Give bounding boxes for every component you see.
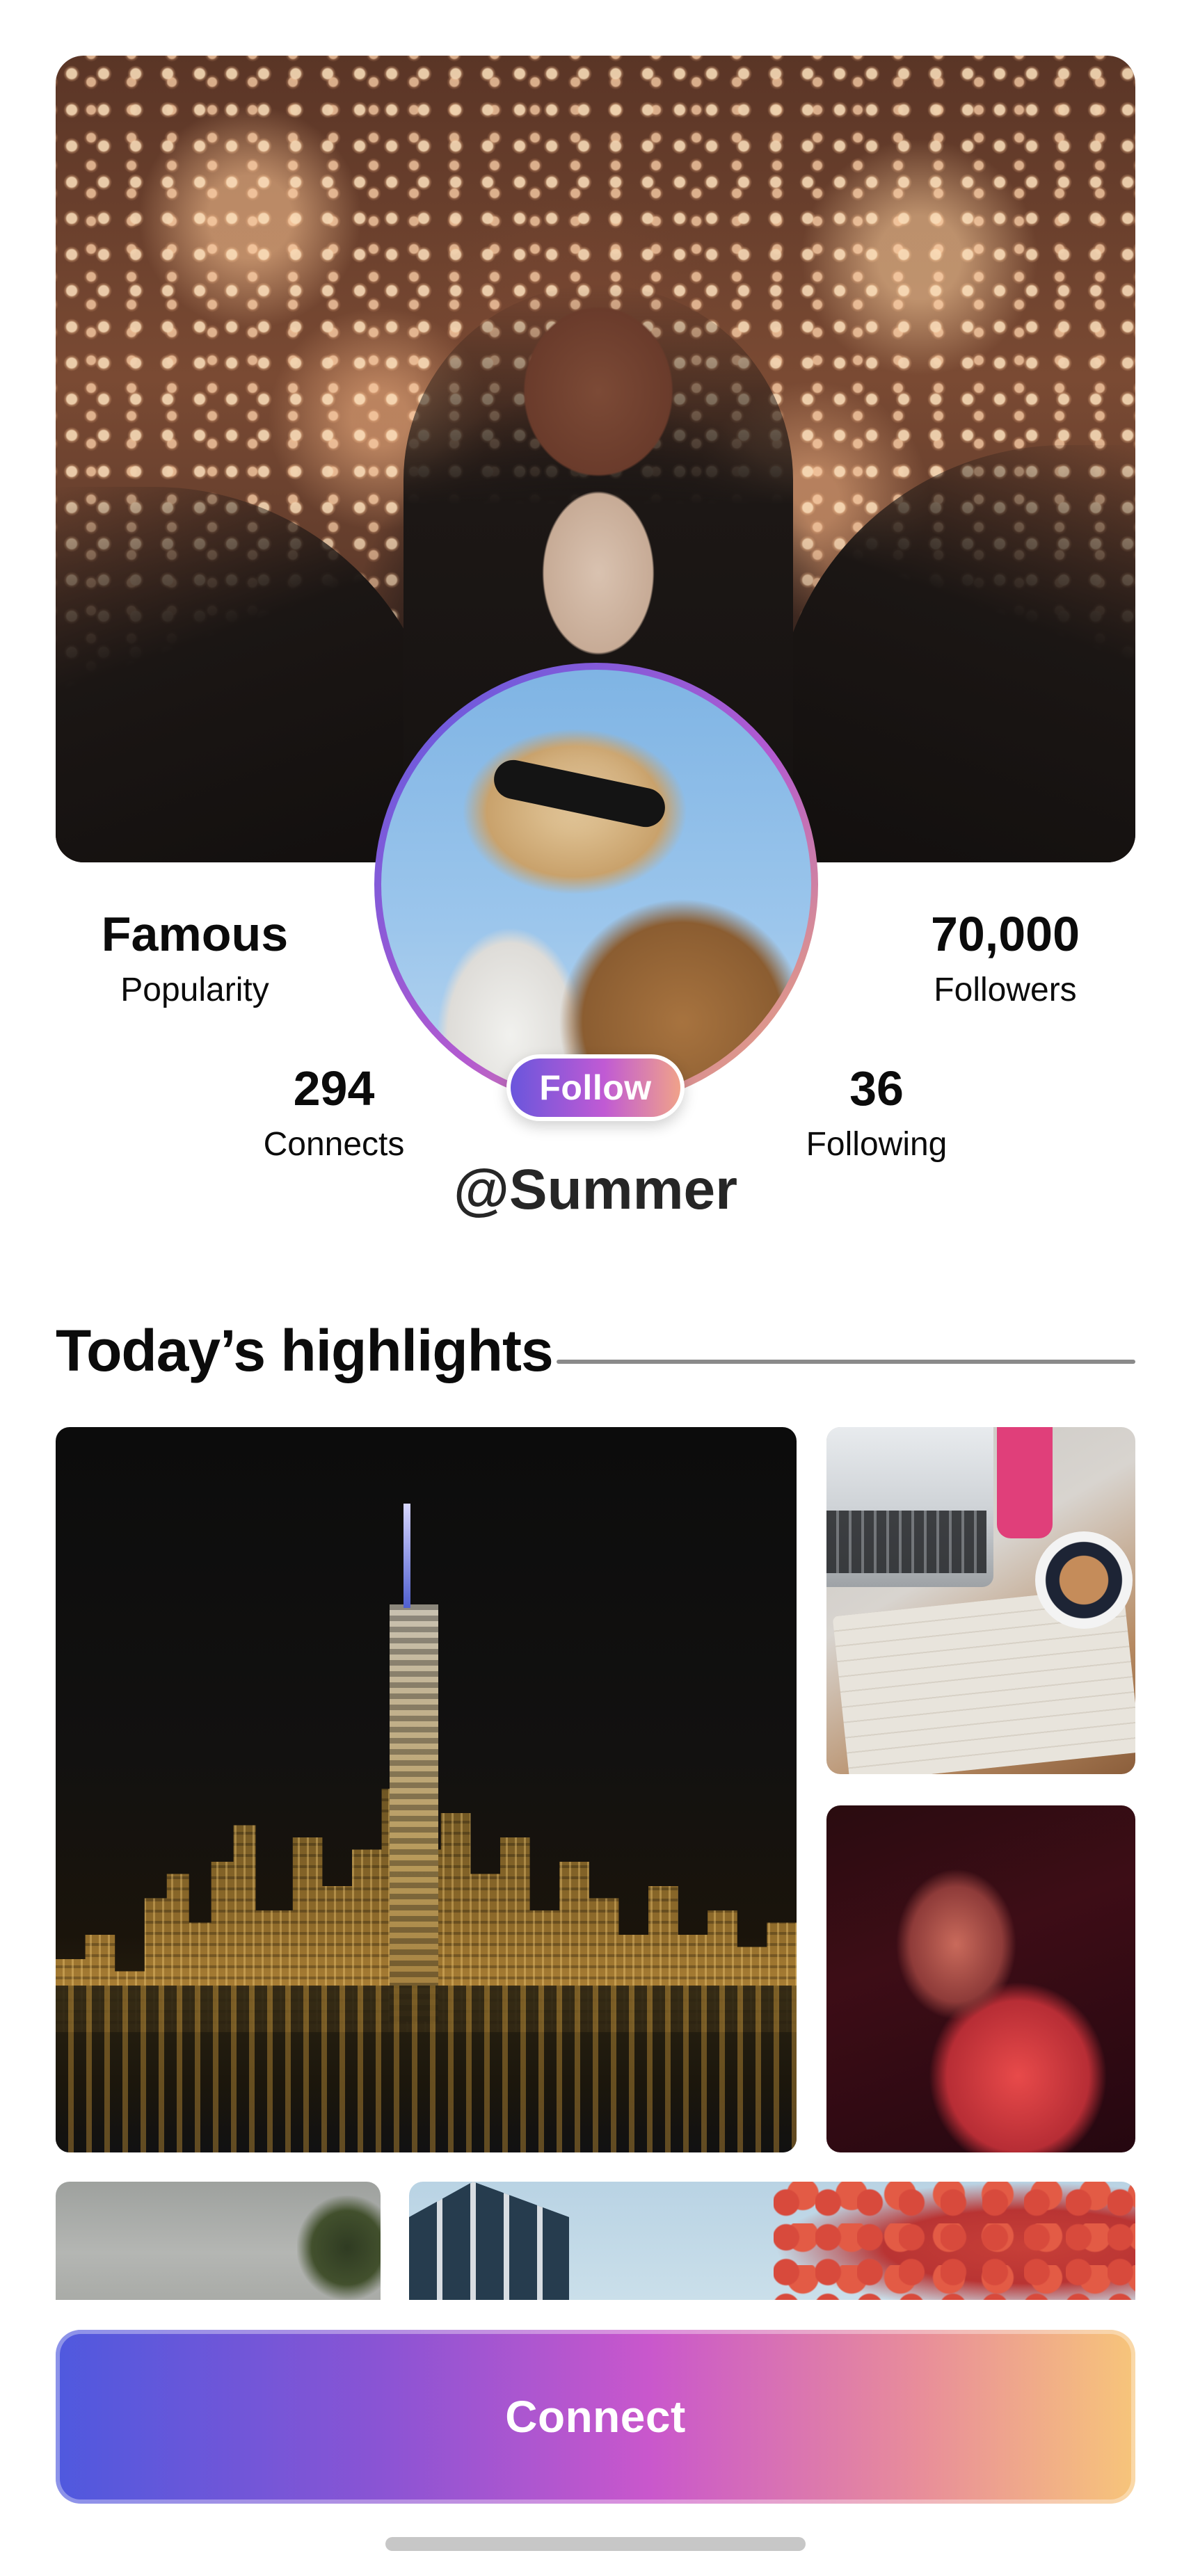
- building: [409, 2182, 569, 2300]
- followers-label: Followers: [934, 972, 1077, 1008]
- follow-button-label: Follow: [511, 1058, 680, 1117]
- city-spire: [403, 1504, 410, 1608]
- follow-button[interactable]: Follow: [506, 1054, 685, 1121]
- highlight-tile-portrait[interactable]: [826, 1805, 1135, 2152]
- stat-popularity: Famous Popularity: [90, 910, 299, 1007]
- autumn-tree: [774, 2182, 1135, 2300]
- avatar-ring: [374, 663, 818, 1106]
- username: @Summer: [453, 1158, 738, 1221]
- home-indicator[interactable]: [385, 2537, 806, 2551]
- highlight-tile-building[interactable]: [409, 2182, 1135, 2300]
- desk-bottle: [997, 1427, 1053, 1538]
- stat-connects[interactable]: 294 Connects: [237, 1064, 431, 1161]
- highlight-tile-desk[interactable]: [826, 1427, 1135, 1774]
- connects-label: Connects: [263, 1126, 405, 1163]
- connects-count: 294: [293, 1061, 375, 1116]
- highlight-tile-plant[interactable]: [56, 2182, 381, 2300]
- highlights-divider: [557, 1360, 1135, 1364]
- stat-followers[interactable]: 70,000 Followers: [897, 910, 1113, 1007]
- connect-button[interactable]: Connect: [56, 2330, 1135, 2504]
- highlights-title: Today’s highlights: [56, 1318, 554, 1383]
- plant-leaves: [297, 2196, 381, 2300]
- highlight-tile-city[interactable]: [56, 1427, 797, 2152]
- popularity-value: Famous: [101, 907, 289, 961]
- following-count: 36: [849, 1061, 904, 1116]
- desk-coffee-cup: [1035, 1531, 1133, 1629]
- followers-count: 70,000: [930, 907, 1080, 961]
- avatar-sunglasses: [490, 756, 669, 831]
- popularity-label: Popularity: [120, 972, 269, 1008]
- city-tower: [390, 1604, 438, 2022]
- stat-following[interactable]: 36 Following: [772, 1064, 981, 1161]
- avatar[interactable]: [381, 670, 811, 1100]
- desk-keyboard: [826, 1511, 986, 1573]
- following-label: Following: [806, 1126, 948, 1163]
- city-water-reflection: [56, 1986, 797, 2152]
